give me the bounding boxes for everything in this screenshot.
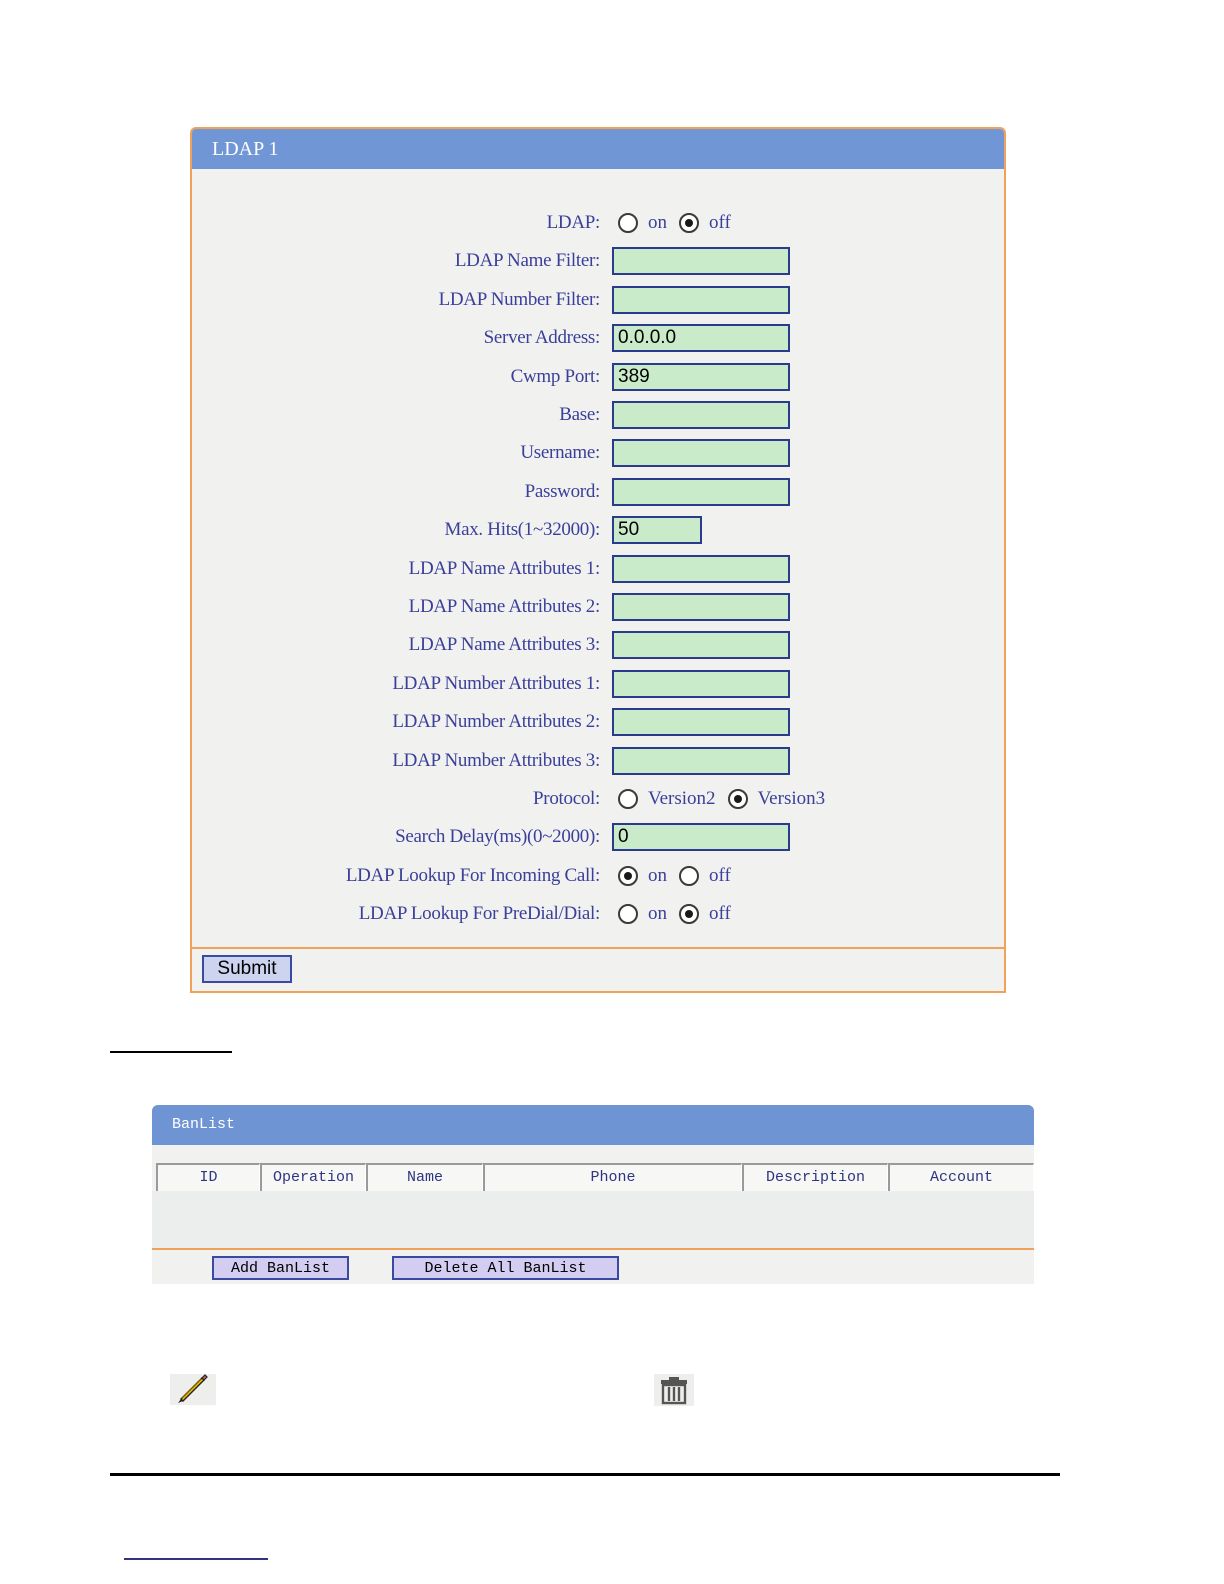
delete-all-banlist-button[interactable]: Delete All BanList <box>392 1256 619 1280</box>
password-input[interactable] <box>612 477 790 506</box>
radio-label-off: off <box>709 212 731 233</box>
radio-label-on: on <box>648 903 667 925</box>
form-row-ldap-name-attributes-1: LDAP Name Attributes 1: <box>192 552 1004 586</box>
radio-version3[interactable] <box>727 789 748 809</box>
field-label: LDAP Name Attributes 2: <box>408 596 601 617</box>
radio-label-version3: Version3 <box>757 788 826 809</box>
max-hits-1-32000-input[interactable] <box>612 516 702 545</box>
radio-on[interactable] <box>618 213 638 233</box>
field-label: LDAP Name Attributes 1: <box>408 557 601 579</box>
page-footer-rule <box>110 1473 1060 1476</box>
server-address-input[interactable] <box>612 324 790 353</box>
field-label: Server Address: <box>483 327 601 349</box>
field-label: LDAP Number Attributes 3: <box>392 749 600 771</box>
column-header-description: Description <box>742 1163 888 1191</box>
field-label: Base: <box>559 404 600 425</box>
form-row-ldap: LDAP: on off <box>192 206 1004 240</box>
field-label: LDAP Number Attributes 2: <box>392 711 600 733</box>
banlist-table-header: ID Operation Name Phone Description Acco… <box>152 1163 1034 1191</box>
form-row-username: Username: <box>192 436 1004 470</box>
form-row-ldap-name-attributes-3: LDAP Name Attributes 3: <box>192 628 1004 662</box>
column-header-account: Account <box>888 1163 1034 1191</box>
submit-button[interactable]: Submit <box>202 955 292 983</box>
field-label: Cwmp Port: <box>510 365 601 387</box>
ldap-number-attributes-3-input[interactable] <box>612 746 790 775</box>
field-label: Max. Hits(1~32000): <box>444 519 600 541</box>
field-label: LDAP Lookup For Incoming Call: <box>345 864 600 886</box>
radio-label-on: on <box>648 212 667 233</box>
ldap-name-filter-input[interactable] <box>612 247 790 276</box>
field-label: LDAP: <box>546 212 601 233</box>
search-delay-ms-0-2000-input[interactable] <box>612 823 790 852</box>
radio-label-on: on <box>648 864 667 886</box>
form-row-password: Password: <box>192 475 1004 509</box>
column-header-operation: Operation <box>260 1163 366 1191</box>
field-label: Protocol: <box>533 788 600 809</box>
form-row-ldap-number-filter: LDAP Number Filter: <box>192 283 1004 317</box>
username-input[interactable] <box>612 439 790 468</box>
radio-off[interactable] <box>679 904 699 925</box>
ldap-footer: Submit <box>192 947 1004 991</box>
field-label: Password: <box>524 480 601 502</box>
column-header-id: ID <box>156 1163 260 1191</box>
radio-label-off: off <box>709 903 731 925</box>
field-label: LDAP Name Attributes 3: <box>408 634 601 656</box>
ldap-name-attributes-1-input[interactable] <box>612 554 790 583</box>
base-input[interactable] <box>612 401 790 429</box>
add-banlist-button[interactable]: Add BanList <box>212 1256 349 1280</box>
banlist-empty-body <box>152 1191 1034 1248</box>
ldap-name-attributes-2-input[interactable] <box>612 593 790 621</box>
form-row-ldap-number-attributes-1: LDAP Number Attributes 1: <box>192 667 1004 701</box>
ldap-panel-title: LDAP 1 <box>192 129 1004 169</box>
ldap-form: LDAP: on off LDAP Name Filter: LDAP Number F… <box>192 169 1004 951</box>
protocol-radio-group: Version2 Version3 <box>618 782 837 816</box>
banlist-panel-title: BanList <box>152 1105 1034 1145</box>
radio-version2[interactable] <box>618 789 638 809</box>
form-row-ldap-number-attributes-2: LDAP Number Attributes 2: <box>192 705 1004 739</box>
ldap-lookup-for-incoming-call-radio-group: on off <box>618 859 743 893</box>
field-label: LDAP Number Attributes 1: <box>392 672 600 694</box>
field-label: LDAP Lookup For PreDial/Dial: <box>358 903 601 925</box>
column-header-phone: Phone <box>483 1163 742 1191</box>
footer-link-underline <box>124 1558 268 1560</box>
ldap-panel: LDAP 1 LDAP: on off LDAP Name Filter: LDAP N… <box>190 127 1006 993</box>
column-header-name: Name <box>366 1163 483 1191</box>
form-row-server-address: Server Address: <box>192 321 1004 355</box>
form-row-ldap-lookup-for-incoming-call: LDAP Lookup For Incoming Call: on off <box>192 859 1004 893</box>
field-label: LDAP Name Filter: <box>454 250 600 272</box>
ldap-number-filter-input[interactable] <box>612 285 790 314</box>
radio-on[interactable] <box>618 865 638 886</box>
ldap-lookup-for-predial-dial-radio-group: on off <box>618 897 743 931</box>
radio-on[interactable] <box>618 904 638 925</box>
form-row-ldap-name-filter: LDAP Name Filter: <box>192 244 1004 278</box>
heading-underline <box>110 1051 232 1053</box>
radio-off[interactable] <box>679 213 699 233</box>
cwmp-port-input[interactable] <box>612 362 790 391</box>
ldap-number-attributes-1-input[interactable] <box>612 669 790 698</box>
form-row-ldap-name-attributes-2: LDAP Name Attributes 2: <box>192 590 1004 624</box>
ldap-name-attributes-3-input[interactable] <box>612 631 790 660</box>
form-row-cwmp-port: Cwmp Port: <box>192 360 1004 394</box>
trash-delete-icon <box>654 1374 694 1406</box>
form-row-search-delay-ms-0-2000: Search Delay(ms)(0~2000): <box>192 820 1004 854</box>
form-row-base: Base: <box>192 398 1004 432</box>
field-label: Search Delay(ms)(0~2000): <box>395 826 600 848</box>
banlist-panel: BanList ID Operation Name Phone Descript… <box>152 1105 1034 1284</box>
field-label: LDAP Number Filter: <box>438 288 601 310</box>
ldap-radio-group: on off <box>618 206 743 240</box>
form-row-ldap-number-attributes-3: LDAP Number Attributes 3: <box>192 744 1004 778</box>
ldap-number-attributes-2-input[interactable] <box>612 708 790 737</box>
form-row-protocol: Protocol: Version2 Version3 <box>192 782 1004 816</box>
pencil-edit-icon <box>170 1374 216 1405</box>
radio-label-version2: Version2 <box>648 788 716 809</box>
form-row-max-hits-1-32000: Max. Hits(1~32000): <box>192 513 1004 547</box>
banlist-footer: Add BanList Delete All BanList <box>152 1248 1034 1284</box>
form-row-ldap-lookup-for-predial-dial: LDAP Lookup For PreDial/Dial: on off <box>192 897 1004 931</box>
radio-label-off: off <box>709 864 731 886</box>
radio-off[interactable] <box>679 865 699 886</box>
field-label: Username: <box>520 442 600 464</box>
